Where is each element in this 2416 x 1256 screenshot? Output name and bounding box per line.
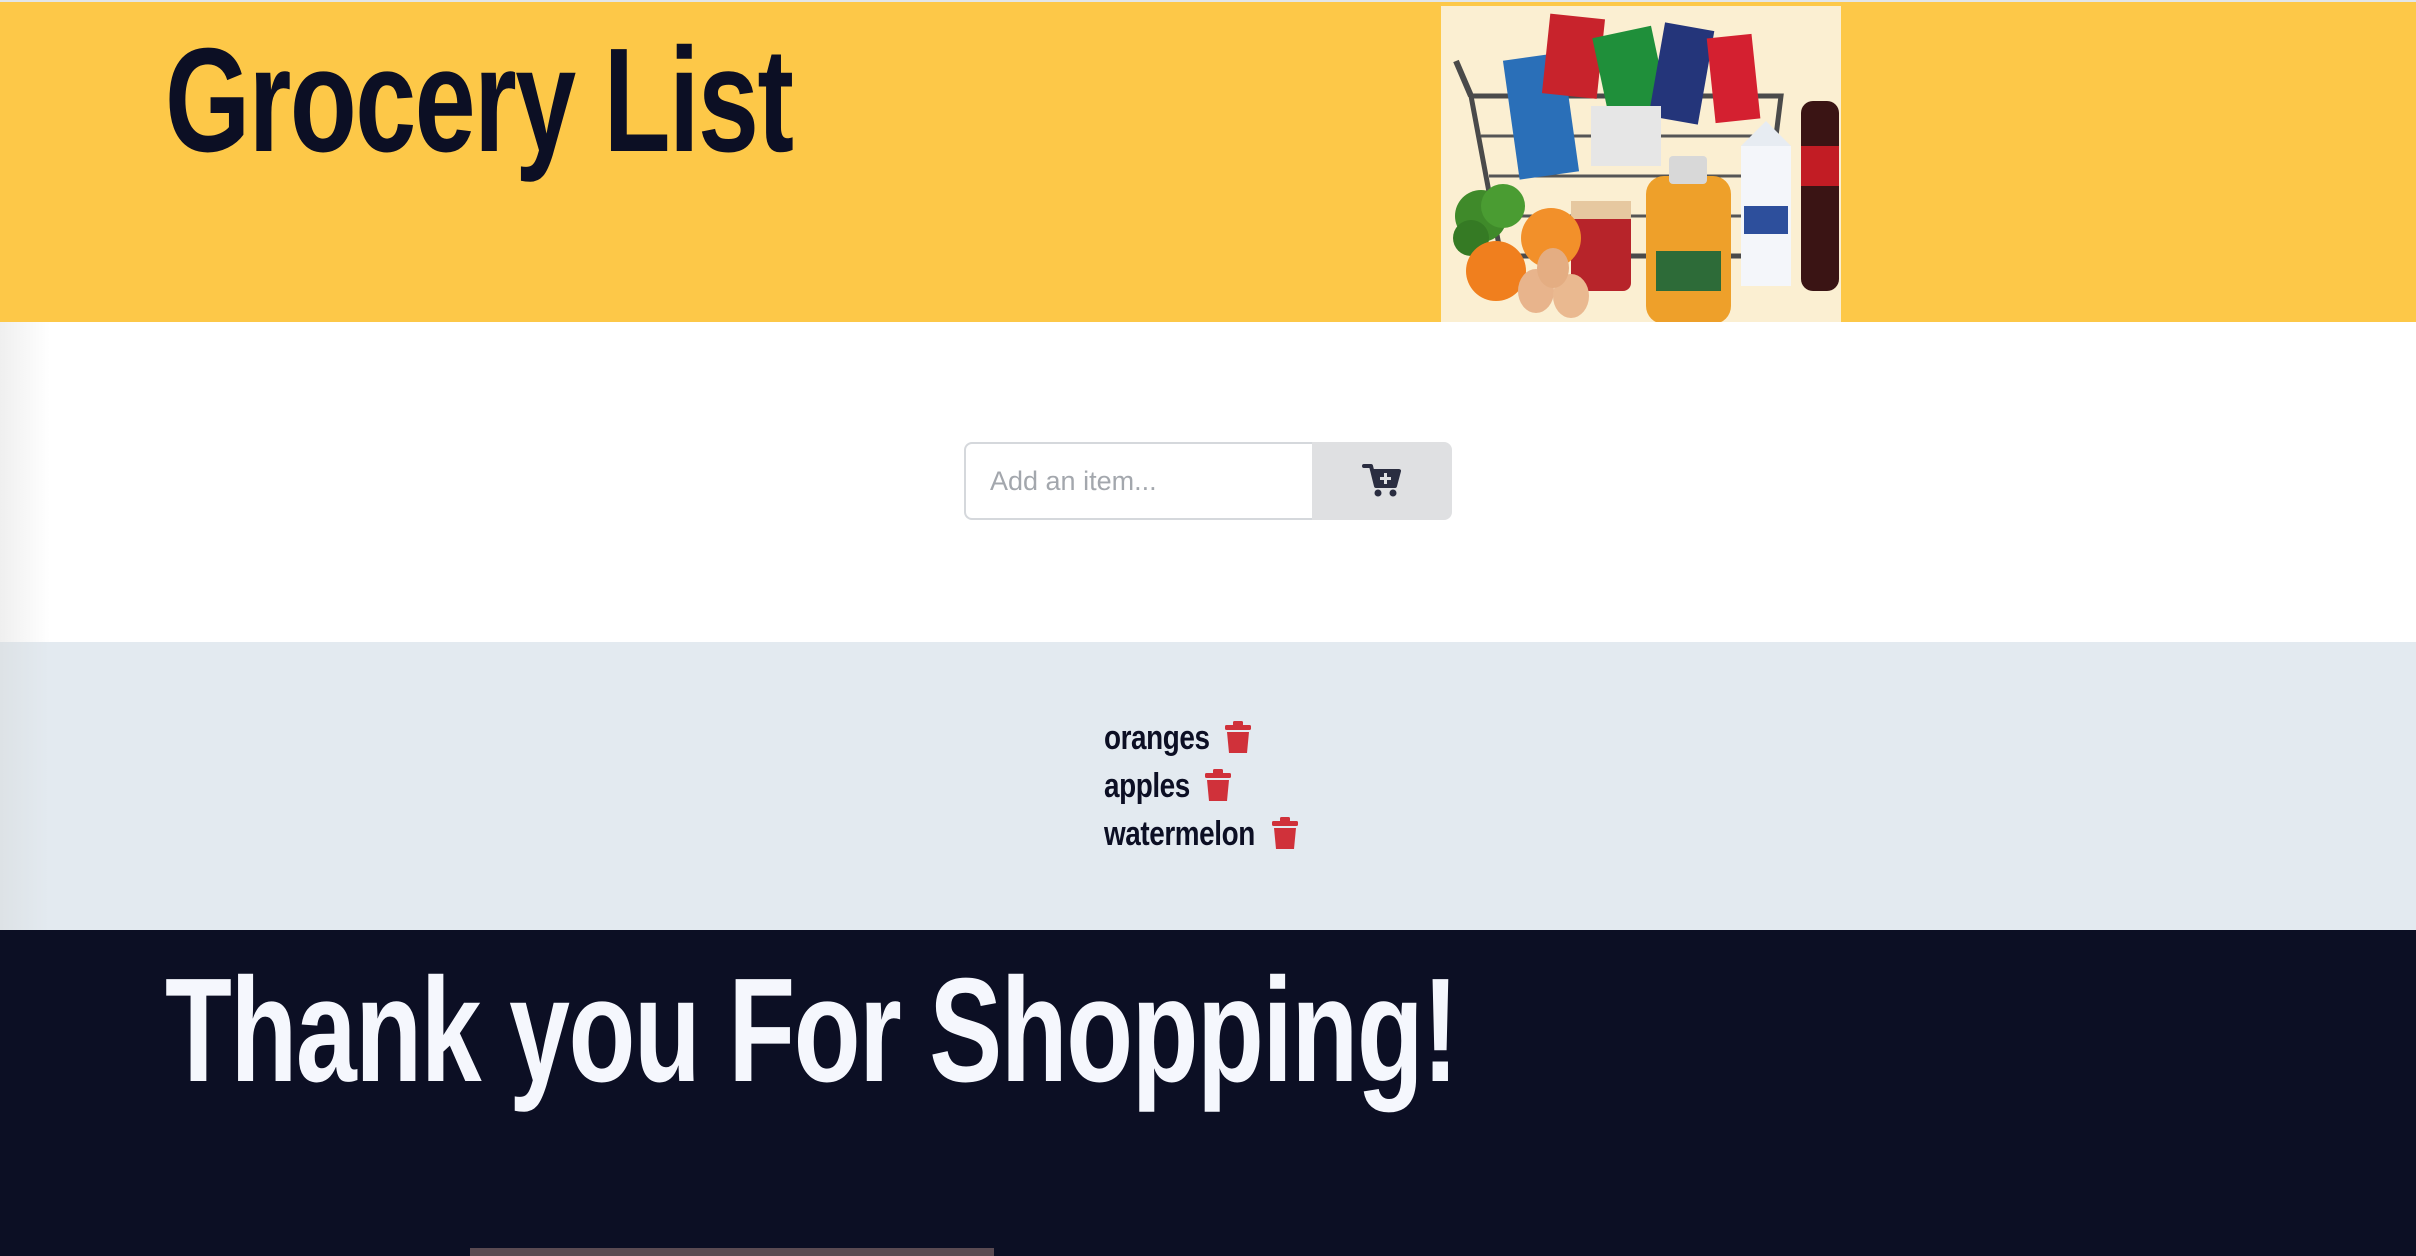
delete-item-button[interactable] xyxy=(1223,720,1253,757)
grocery-list: oranges apples watermelon xyxy=(1104,714,1300,858)
page-footer: Thank you For Shopping! xyxy=(0,930,2416,1256)
add-item-input[interactable] xyxy=(964,442,1312,520)
item-label: watermelon xyxy=(1104,814,1255,853)
delete-item-button[interactable] xyxy=(1270,816,1300,853)
grocery-basket-image xyxy=(1441,6,1841,324)
page-title: Grocery List xyxy=(165,18,794,183)
footer-message: Thank you For Shopping! xyxy=(165,948,1459,1113)
add-item-section xyxy=(0,322,2416,642)
item-label: oranges xyxy=(1104,718,1210,757)
page-header: Grocery List xyxy=(0,0,2416,324)
trash-icon xyxy=(1223,720,1253,757)
footer-image-edge xyxy=(470,1248,994,1256)
list-item: apples xyxy=(1104,762,1300,810)
grocery-list-section: oranges apples watermelon xyxy=(0,642,2416,930)
trash-icon xyxy=(1203,768,1233,805)
cart-plus-icon xyxy=(1362,462,1402,501)
add-item-button[interactable] xyxy=(1312,442,1452,520)
item-label: apples xyxy=(1104,766,1190,805)
list-item: oranges xyxy=(1104,714,1300,762)
list-item: watermelon xyxy=(1104,810,1300,858)
delete-item-button[interactable] xyxy=(1203,768,1233,805)
trash-icon xyxy=(1270,816,1300,853)
